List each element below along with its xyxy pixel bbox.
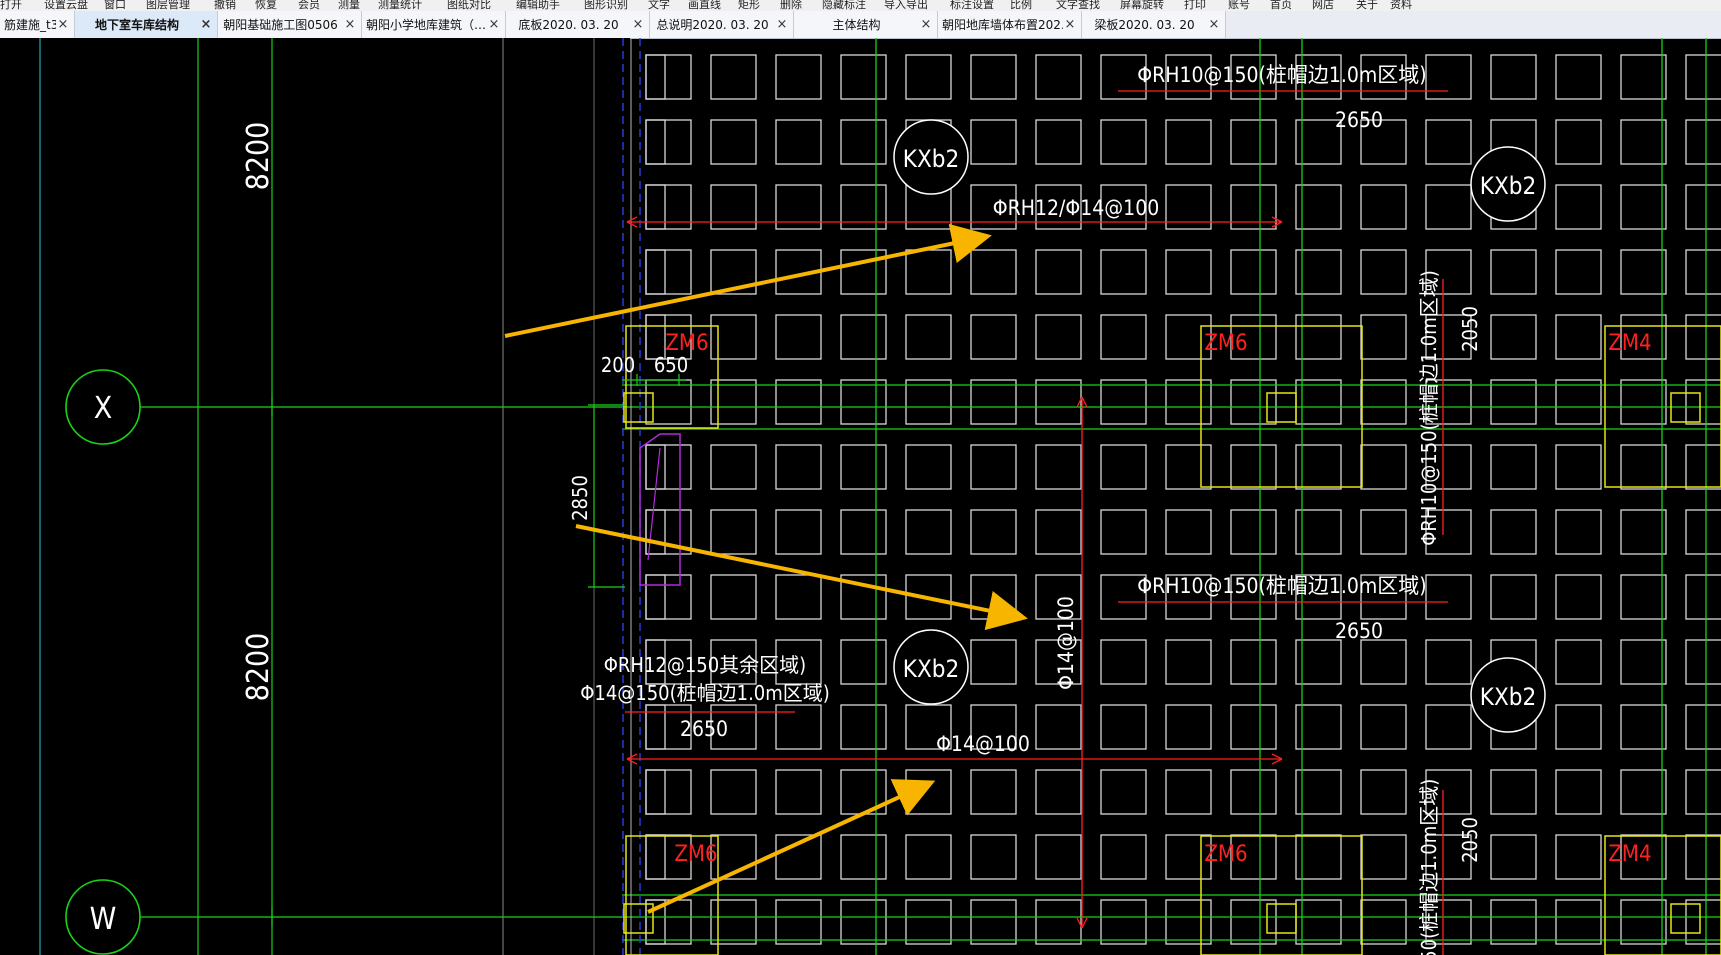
close-icon[interactable]: ×: [343, 17, 357, 32]
rebar-14-100-horizontal: Φ14@100: [936, 732, 1030, 756]
tab-label: 底板2020. 03. 20: [518, 18, 619, 32]
slab-label-text: KXb2: [1480, 683, 1536, 711]
rebar-rh12-other: ΦRH12@150其余区域): [604, 653, 806, 677]
close-icon[interactable]: ×: [775, 17, 789, 32]
dim-2050-top: 2050: [1458, 306, 1482, 352]
zm4-label: ZM4: [1608, 331, 1651, 356]
close-icon[interactable]: ×: [919, 17, 933, 32]
slab-label-3: KXb2: [893, 629, 969, 705]
dim-200-label: 200: [601, 353, 635, 377]
tab-label: 地下室车库结构: [94, 18, 179, 32]
slab-label-text: KXb2: [903, 145, 959, 173]
axis-w-label: W: [90, 902, 117, 937]
tab-document-3[interactable]: 朝阳基础施工图0506 ×: [218, 11, 362, 38]
blank-area: [0, 38, 630, 955]
dim-8200-bottom-label: 8200: [241, 633, 276, 702]
tab-label: 总说明2020. 03. 20: [656, 18, 769, 32]
slab-label-4: KXb2: [1470, 657, 1546, 733]
tab-document-8[interactable]: 朝阳地库墙体布置202… ×: [938, 11, 1082, 38]
tab-document-6[interactable]: 总说明2020. 03. 20 ×: [650, 11, 794, 38]
tab-document-9[interactable]: 梁板2020. 03. 20 ×: [1082, 11, 1226, 38]
tab-label: 梁板2020. 03. 20: [1094, 18, 1195, 32]
tab-document-1[interactable]: 筋建施_t3 ×: [0, 11, 75, 38]
document-tab-bar: 筋建施_t3 × 地下室车库结构 × 朝阳基础施工图0506 × 朝阳小学地库建…: [0, 11, 1721, 39]
rebar-rh10-top: ΦRH10@150(桩帽边1.0m区域): [1137, 63, 1426, 87]
slab-label-text: KXb2: [903, 655, 959, 683]
close-icon[interactable]: ×: [487, 17, 501, 32]
dim-8200-top-label: 8200: [241, 122, 276, 191]
close-icon[interactable]: ×: [631, 17, 645, 32]
rebar-rh12-14: ΦRH12/Φ14@100: [993, 196, 1159, 220]
tab-document-4[interactable]: 朝阳小学地库建筑（… ×: [362, 11, 506, 38]
dim-2650-top: 2650: [1335, 108, 1383, 132]
zm6-label: ZM6: [665, 331, 708, 356]
dim-2650-left: 2650: [680, 717, 728, 741]
tab-label: 主体结构: [832, 18, 881, 32]
dim-2850-label: 2850: [568, 475, 592, 521]
rebar-rh10-vertical-bottom: @150(桩帽边1.0m区域): [1417, 779, 1441, 955]
tab-document-2[interactable]: 地下室车库结构 ×: [75, 11, 218, 38]
tab-document-7[interactable]: 主体结构 ×: [794, 11, 938, 38]
drawing-canvas[interactable]: X W 2850 200 650 8200 8200 ΦRH10@150(桩帽边…: [0, 38, 1721, 955]
tab-label: 朝阳小学地库建筑（…: [366, 18, 487, 32]
slab-mesh: [643, 38, 1721, 955]
tab-document-5[interactable]: 底板2020. 03. 20 ×: [506, 11, 650, 38]
rebar-rh10-mid: ΦRH10@150(桩帽边1.0m区域): [1137, 574, 1426, 598]
dim-2050-bottom: 2050: [1458, 817, 1482, 863]
dim-650-label: 650: [654, 353, 688, 377]
rebar-14-100-vertical: Φ14@100: [1054, 596, 1078, 690]
zm6-label: ZM6: [674, 842, 717, 867]
slab-label-2: KXb2: [1470, 146, 1546, 222]
close-icon[interactable]: ×: [199, 17, 213, 32]
close-icon[interactable]: ×: [1207, 17, 1221, 32]
tab-label: 朝阳地库墙体布置202…: [942, 18, 1063, 32]
tab-label: 筋建施_t3: [4, 18, 56, 32]
dim-2650-mid: 2650: [1335, 619, 1383, 643]
close-icon[interactable]: ×: [56, 17, 70, 32]
slab-label-text: KXb2: [1480, 172, 1536, 200]
tab-label: 朝阳基础施工图0506: [223, 18, 338, 32]
axis-x-label: X: [94, 391, 113, 426]
zm6-label: ZM6: [1204, 331, 1247, 356]
zm6-label: ZM6: [1204, 842, 1247, 867]
close-icon[interactable]: ×: [1063, 17, 1077, 32]
rebar-14-150: Φ14@150(桩帽边1.0m区域): [580, 681, 830, 705]
rebar-rh10-vertical-top: ΦRH10@150(桩帽边1.0m区域): [1417, 270, 1441, 546]
zm4-label: ZM4: [1608, 842, 1651, 867]
slab-label-1: KXb2: [893, 119, 969, 195]
